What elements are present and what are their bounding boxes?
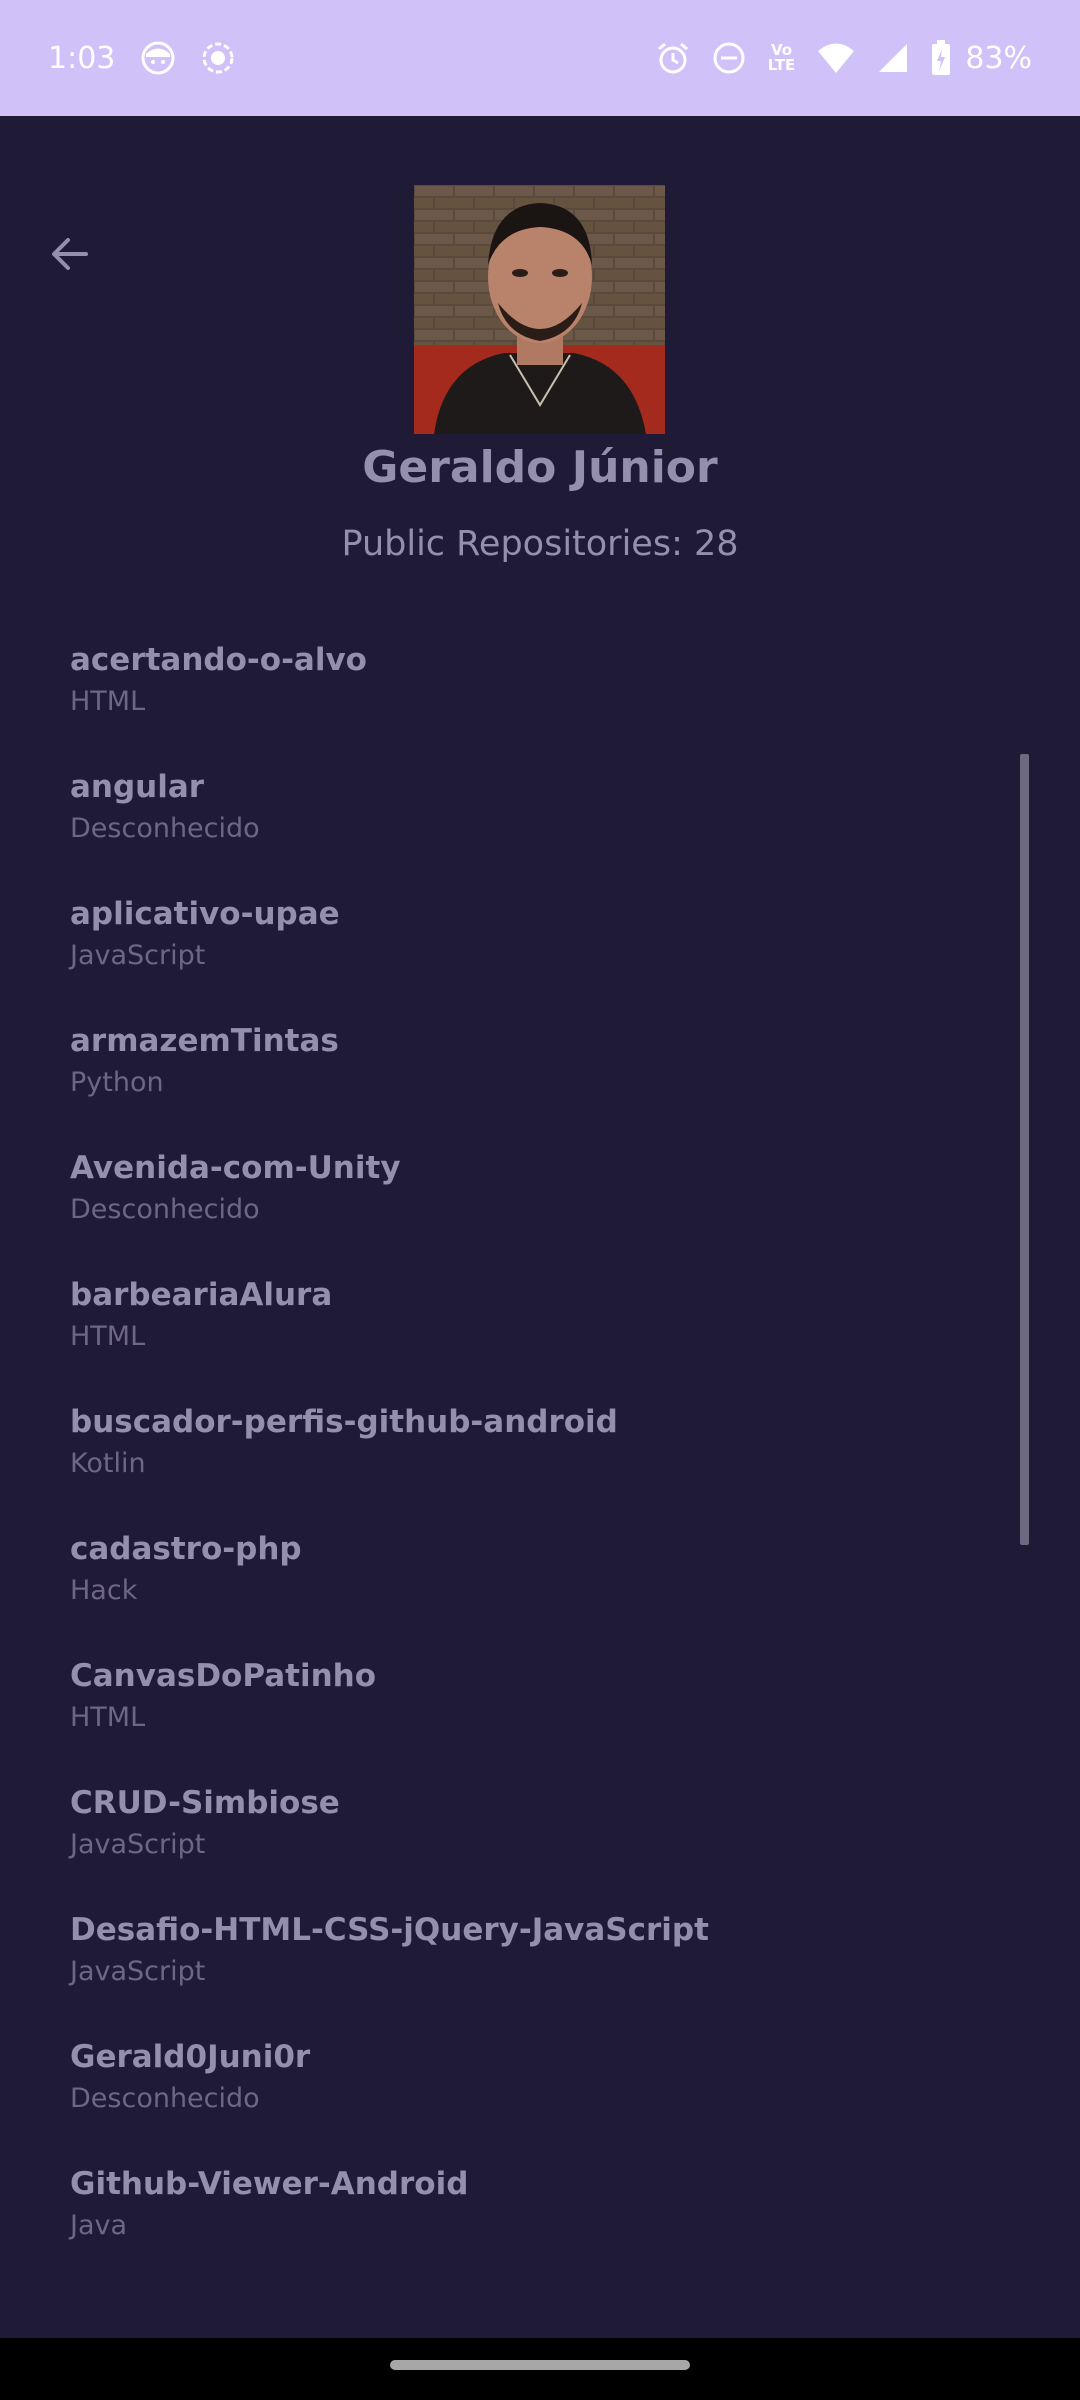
wifi-icon <box>817 42 855 74</box>
repo-item[interactable]: CanvasDoPatinho HTML <box>70 1656 970 1783</box>
user-name: Geraldo Júnior <box>362 442 718 493</box>
repo-item[interactable]: armazemTintas Python <box>70 1021 970 1148</box>
repo-language: HTML <box>70 686 146 717</box>
repo-name: angular <box>70 769 205 805</box>
repo-item[interactable]: aplicativo-upae JavaScript <box>70 894 970 1021</box>
repo-language: JavaScript <box>70 1956 206 1987</box>
repo-item[interactable]: CRUD-Simbiose JavaScript <box>70 1783 970 1910</box>
repo-name: aplicativo-upae <box>70 896 340 932</box>
repo-name: armazemTintas <box>70 1023 339 1059</box>
repo-language: Desconhecido <box>70 1194 260 1225</box>
repo-name: cadastro-php <box>70 1531 302 1567</box>
repo-language: Hack <box>70 1575 138 1606</box>
avatar <box>414 185 665 434</box>
battery-icon <box>931 40 951 76</box>
volte-icon: Vo LTE <box>768 43 796 73</box>
dnd-icon <box>712 41 746 75</box>
arrow-back-icon <box>52 238 88 270</box>
alarm-icon <box>656 41 690 75</box>
repo-language: Desconhecido <box>70 2083 260 2114</box>
repo-language: HTML <box>70 1702 146 1733</box>
volte-bottom-label: LTE <box>767 56 796 74</box>
back-button[interactable] <box>40 224 100 284</box>
face-icon <box>141 41 175 75</box>
repo-language: Python <box>70 1067 164 1098</box>
repo-item[interactable]: Github-Viewer-Android Java <box>70 2164 970 2291</box>
repo-item[interactable]: acertando-o-alvo HTML <box>70 640 970 767</box>
repo-name: buscador-perfis-github-android <box>70 1404 618 1440</box>
repo-name: Desafio-HTML-CSS-jQuery-JavaScript <box>70 1912 709 1948</box>
scrollbar[interactable] <box>1020 754 1029 1545</box>
repo-item[interactable]: angular Desconhecido <box>70 767 970 894</box>
repo-name: Gerald0Juni0r <box>70 2039 311 2075</box>
repo-item[interactable]: Avenida-com-Unity Desconhecido <box>70 1148 970 1275</box>
repo-language: HTML <box>70 1321 146 1352</box>
signal-icon <box>877 42 909 74</box>
repo-item[interactable]: barbeariaAlura HTML <box>70 1275 970 1402</box>
home-gesture-handle[interactable] <box>390 2360 690 2370</box>
repo-name: Github-Viewer-Android <box>70 2166 469 2202</box>
battery-percentage: 83% <box>965 40 1032 76</box>
repo-language: Java <box>70 2210 128 2241</box>
status-left: 1:03 <box>48 41 235 76</box>
status-right: Vo LTE 83% <box>656 40 1032 76</box>
repo-name: Avenida-com-Unity <box>70 1150 401 1186</box>
status-time: 1:03 <box>48 40 116 76</box>
navigation-bar <box>0 2338 1080 2400</box>
repo-name: CRUD-Simbiose <box>70 1785 340 1821</box>
repo-language: Kotlin <box>70 1448 146 1479</box>
repo-name: CanvasDoPatinho <box>70 1658 377 1694</box>
profile-screen: Geraldo Júnior Public Repositories: 28 a… <box>0 116 1080 2338</box>
repo-item[interactable]: Desafio-HTML-CSS-jQuery-JavaScript JavaS… <box>70 1910 970 2037</box>
repo-item[interactable]: cadastro-php Hack <box>70 1529 970 1656</box>
repository-list[interactable]: acertando-o-alvo HTML angular Desconheci… <box>0 640 1080 2338</box>
repo-language: Desconhecido <box>70 813 260 844</box>
repo-item[interactable]: buscador-perfis-github-android Kotlin <box>70 1402 970 1529</box>
public-repos-count: Public Repositories: 28 <box>341 524 739 564</box>
repo-item[interactable]: Gerald0Juni0r Desconhecido <box>70 2037 970 2164</box>
repo-language: JavaScript <box>70 940 206 971</box>
repo-language: JavaScript <box>70 1829 206 1860</box>
record-icon <box>201 41 235 75</box>
repo-name: acertando-o-alvo <box>70 642 367 678</box>
status-bar: 1:03 Vo LTE 83% <box>0 0 1080 116</box>
repo-name: barbeariaAlura <box>70 1277 333 1313</box>
